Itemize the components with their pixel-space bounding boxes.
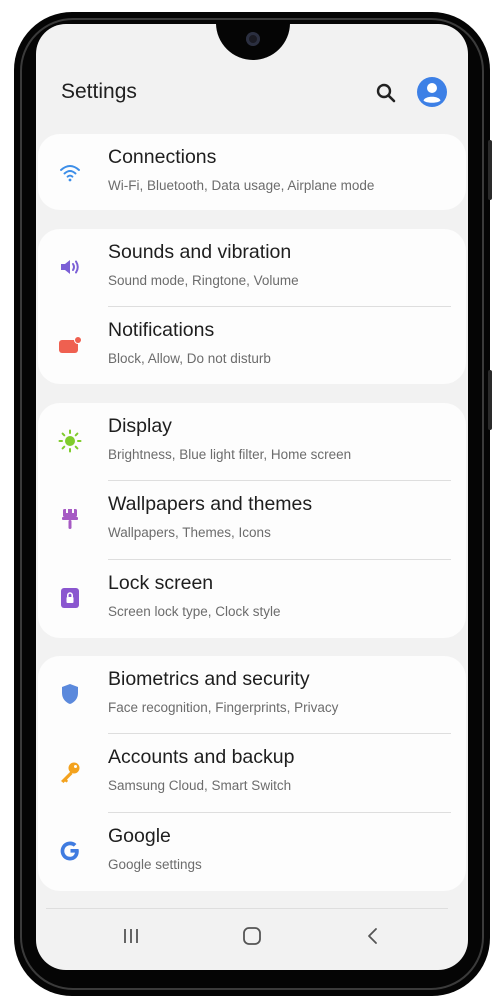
settings-item-sounds[interactable]: Sounds and vibration Sound mode, Rington… xyxy=(38,229,466,307)
item-title: Notifications xyxy=(108,319,215,341)
navigation-bar xyxy=(36,910,468,970)
lock-icon xyxy=(61,588,79,608)
home-icon[interactable] xyxy=(237,924,267,948)
back-icon[interactable] xyxy=(358,924,388,948)
volume-icon xyxy=(61,260,79,274)
settings-item-wallpapers[interactable]: Wallpapers and themes Wallpapers, Themes… xyxy=(38,481,466,559)
settings-item-google[interactable]: Google Google settings xyxy=(38,813,466,891)
settings-group-sound: Sounds and vibration Sound mode, Rington… xyxy=(38,229,466,384)
item-subtitle: Sound mode, Ringtone, Volume xyxy=(108,273,299,288)
item-title: Lock screen xyxy=(108,572,214,594)
settings-item-display[interactable]: Display Brightness, Blue light filter, H… xyxy=(38,403,466,481)
google-icon xyxy=(60,841,79,861)
item-subtitle: Block, Allow, Do not disturb xyxy=(108,351,271,366)
item-subtitle: Samsung Cloud, Smart Switch xyxy=(108,778,292,793)
settings-group-connections: Connections Wi-Fi, Bluetooth, Data usage… xyxy=(38,134,466,210)
item-subtitle: Wi-Fi, Bluetooth, Data usage, Airplane m… xyxy=(108,178,375,193)
bottom-divider xyxy=(46,908,448,909)
key-icon xyxy=(61,762,80,783)
notification-icon xyxy=(59,336,82,353)
settings-group-security: Biometrics and security Face recognition… xyxy=(38,656,466,891)
item-title: Accounts and backup xyxy=(108,746,295,768)
item-title: Google xyxy=(108,825,171,847)
recents-icon[interactable] xyxy=(116,924,146,948)
brush-icon xyxy=(62,509,78,529)
settings-item-connections[interactable]: Connections Wi-Fi, Bluetooth, Data usage… xyxy=(38,134,466,212)
item-title: Display xyxy=(108,415,172,437)
item-title: Wallpapers and themes xyxy=(108,493,313,515)
item-title: Sounds and vibration xyxy=(108,241,292,263)
sun-icon xyxy=(58,429,82,453)
volume-button xyxy=(488,140,492,200)
item-subtitle: Wallpapers, Themes, Icons xyxy=(108,525,271,540)
search-icon[interactable] xyxy=(375,82,397,104)
item-title: Biometrics and security xyxy=(108,668,310,690)
screen: Settings Connections Wi-Fi, Bluetooth, D… xyxy=(36,24,468,970)
shield-icon xyxy=(62,684,78,704)
settings-item-notifications[interactable]: Notifications Block, Allow, Do not distu… xyxy=(38,307,466,385)
settings-item-biometrics[interactable]: Biometrics and security Face recognition… xyxy=(38,656,466,734)
settings-group-display: Display Brightness, Blue light filter, H… xyxy=(38,403,466,638)
item-title: Connections xyxy=(108,146,217,168)
profile-icon[interactable] xyxy=(417,77,447,107)
header: Settings xyxy=(36,24,468,134)
settings-item-accounts[interactable]: Accounts and backup Samsung Cloud, Smart… xyxy=(38,734,466,812)
settings-item-lock-screen[interactable]: Lock screen Screen lock type, Clock styl… xyxy=(38,560,466,638)
item-subtitle: Screen lock type, Clock style xyxy=(108,604,281,619)
power-button xyxy=(488,370,492,430)
wifi-icon xyxy=(60,165,80,182)
page-title: Settings xyxy=(61,80,137,103)
item-subtitle: Brightness, Blue light filter, Home scre… xyxy=(108,447,352,462)
item-subtitle: Google settings xyxy=(108,857,202,872)
item-subtitle: Face recognition, Fingerprints, Privacy xyxy=(108,700,339,715)
